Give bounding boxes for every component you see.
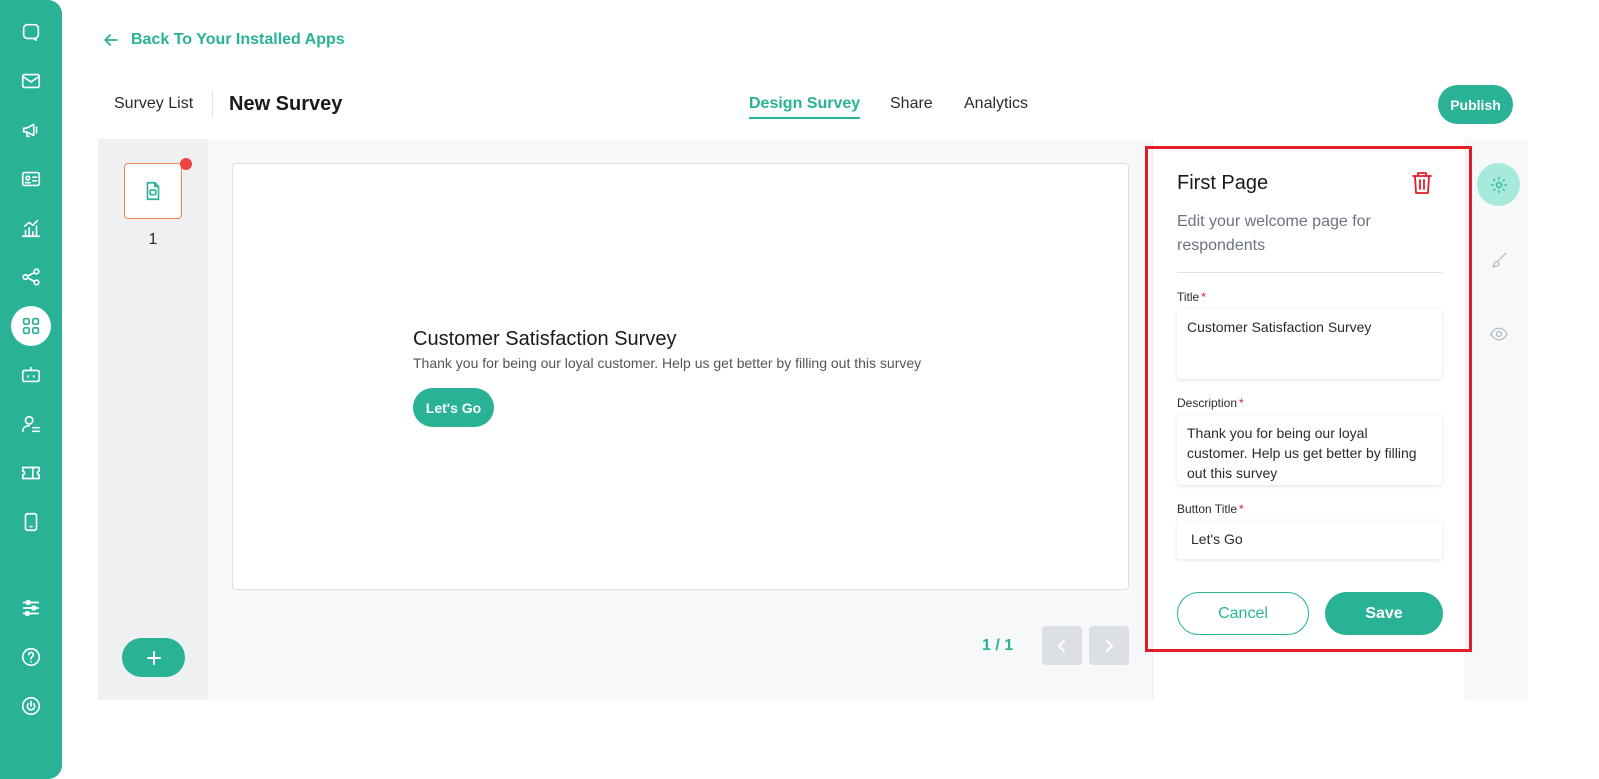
panel-divider [1177,272,1442,273]
plus-icon [146,650,161,665]
required-marker: * [1201,290,1206,304]
button-title-label-text: Button Title [1177,502,1238,516]
brush-icon[interactable] [1477,238,1520,281]
prev-page-button[interactable] [1042,626,1082,665]
settings-sliders-icon[interactable] [11,588,51,628]
tab-share[interactable]: Share [890,95,933,117]
title-field-label: Title * [1177,290,1206,304]
megaphone-icon[interactable] [11,110,51,150]
chevron-left-icon [1058,639,1065,652]
bot-icon[interactable] [11,355,51,395]
panel-title: First Page [1177,172,1269,194]
page-thumbnail[interactable] [124,163,182,219]
back-link[interactable]: Back To Your Installed Apps [101,30,345,50]
help-icon[interactable] [11,637,51,677]
gear-icon[interactable] [1477,163,1520,206]
user-list-icon[interactable] [11,404,51,444]
arrow-left-icon [104,34,118,46]
page-number: 1 [148,231,158,248]
next-page-button[interactable] [1089,626,1129,665]
bar-chart-icon[interactable] [11,208,51,248]
eye-icon[interactable] [1477,312,1520,355]
contact-card-icon[interactable] [11,159,51,199]
description-field-label: Description * [1177,396,1244,410]
add-page-button[interactable] [122,638,185,677]
breadcrumb-survey-list[interactable]: Survey List [114,95,193,113]
required-marker: * [1239,396,1244,410]
button-title-field[interactable]: Let's Go [1177,521,1442,559]
description-field[interactable]: Thank you for being our loyal customer. … [1177,415,1442,485]
button-title-field-label: Button Title * [1177,502,1244,516]
breadcrumb-divider [212,92,213,116]
tab-analytics[interactable]: Analytics [964,95,1028,117]
back-link-label: Back To Your Installed Apps [131,31,345,48]
title-label-text: Title [1177,290,1200,304]
chat-icon[interactable] [11,12,51,52]
required-marker: * [1239,502,1244,516]
apps-grid-icon[interactable] [11,306,51,346]
panel-subtitle: Edit your welcome page for respondents [1177,213,1371,254]
page-title: New Survey [229,93,343,115]
save-button[interactable]: Save [1325,592,1443,635]
sidebar [0,0,62,779]
share-nodes-icon[interactable] [11,257,51,297]
mobile-icon[interactable] [11,502,51,542]
preview-title: Customer Satisfaction Survey [413,328,677,350]
cancel-button[interactable]: Cancel [1177,592,1309,635]
preview-description: Thank you for being our loyal customer. … [413,355,922,371]
chevron-right-icon [1106,639,1113,652]
tab-design-survey[interactable]: Design Survey [749,95,861,119]
description-label-text: Description [1177,396,1238,410]
survey-canvas [232,163,1129,590]
page-rail [98,139,208,700]
power-icon[interactable] [11,686,51,726]
document-icon [146,181,160,201]
pager-indicator: 1 / 1 [982,637,1014,654]
trash-icon[interactable] [1410,170,1434,196]
ticket-icon[interactable] [11,453,51,493]
preview-start-button[interactable]: Let's Go [413,388,494,427]
mail-icon[interactable] [11,61,51,101]
notification-dot [180,158,192,170]
publish-button[interactable]: Publish [1438,85,1513,124]
title-field[interactable]: Customer Satisfaction Survey [1177,309,1442,379]
